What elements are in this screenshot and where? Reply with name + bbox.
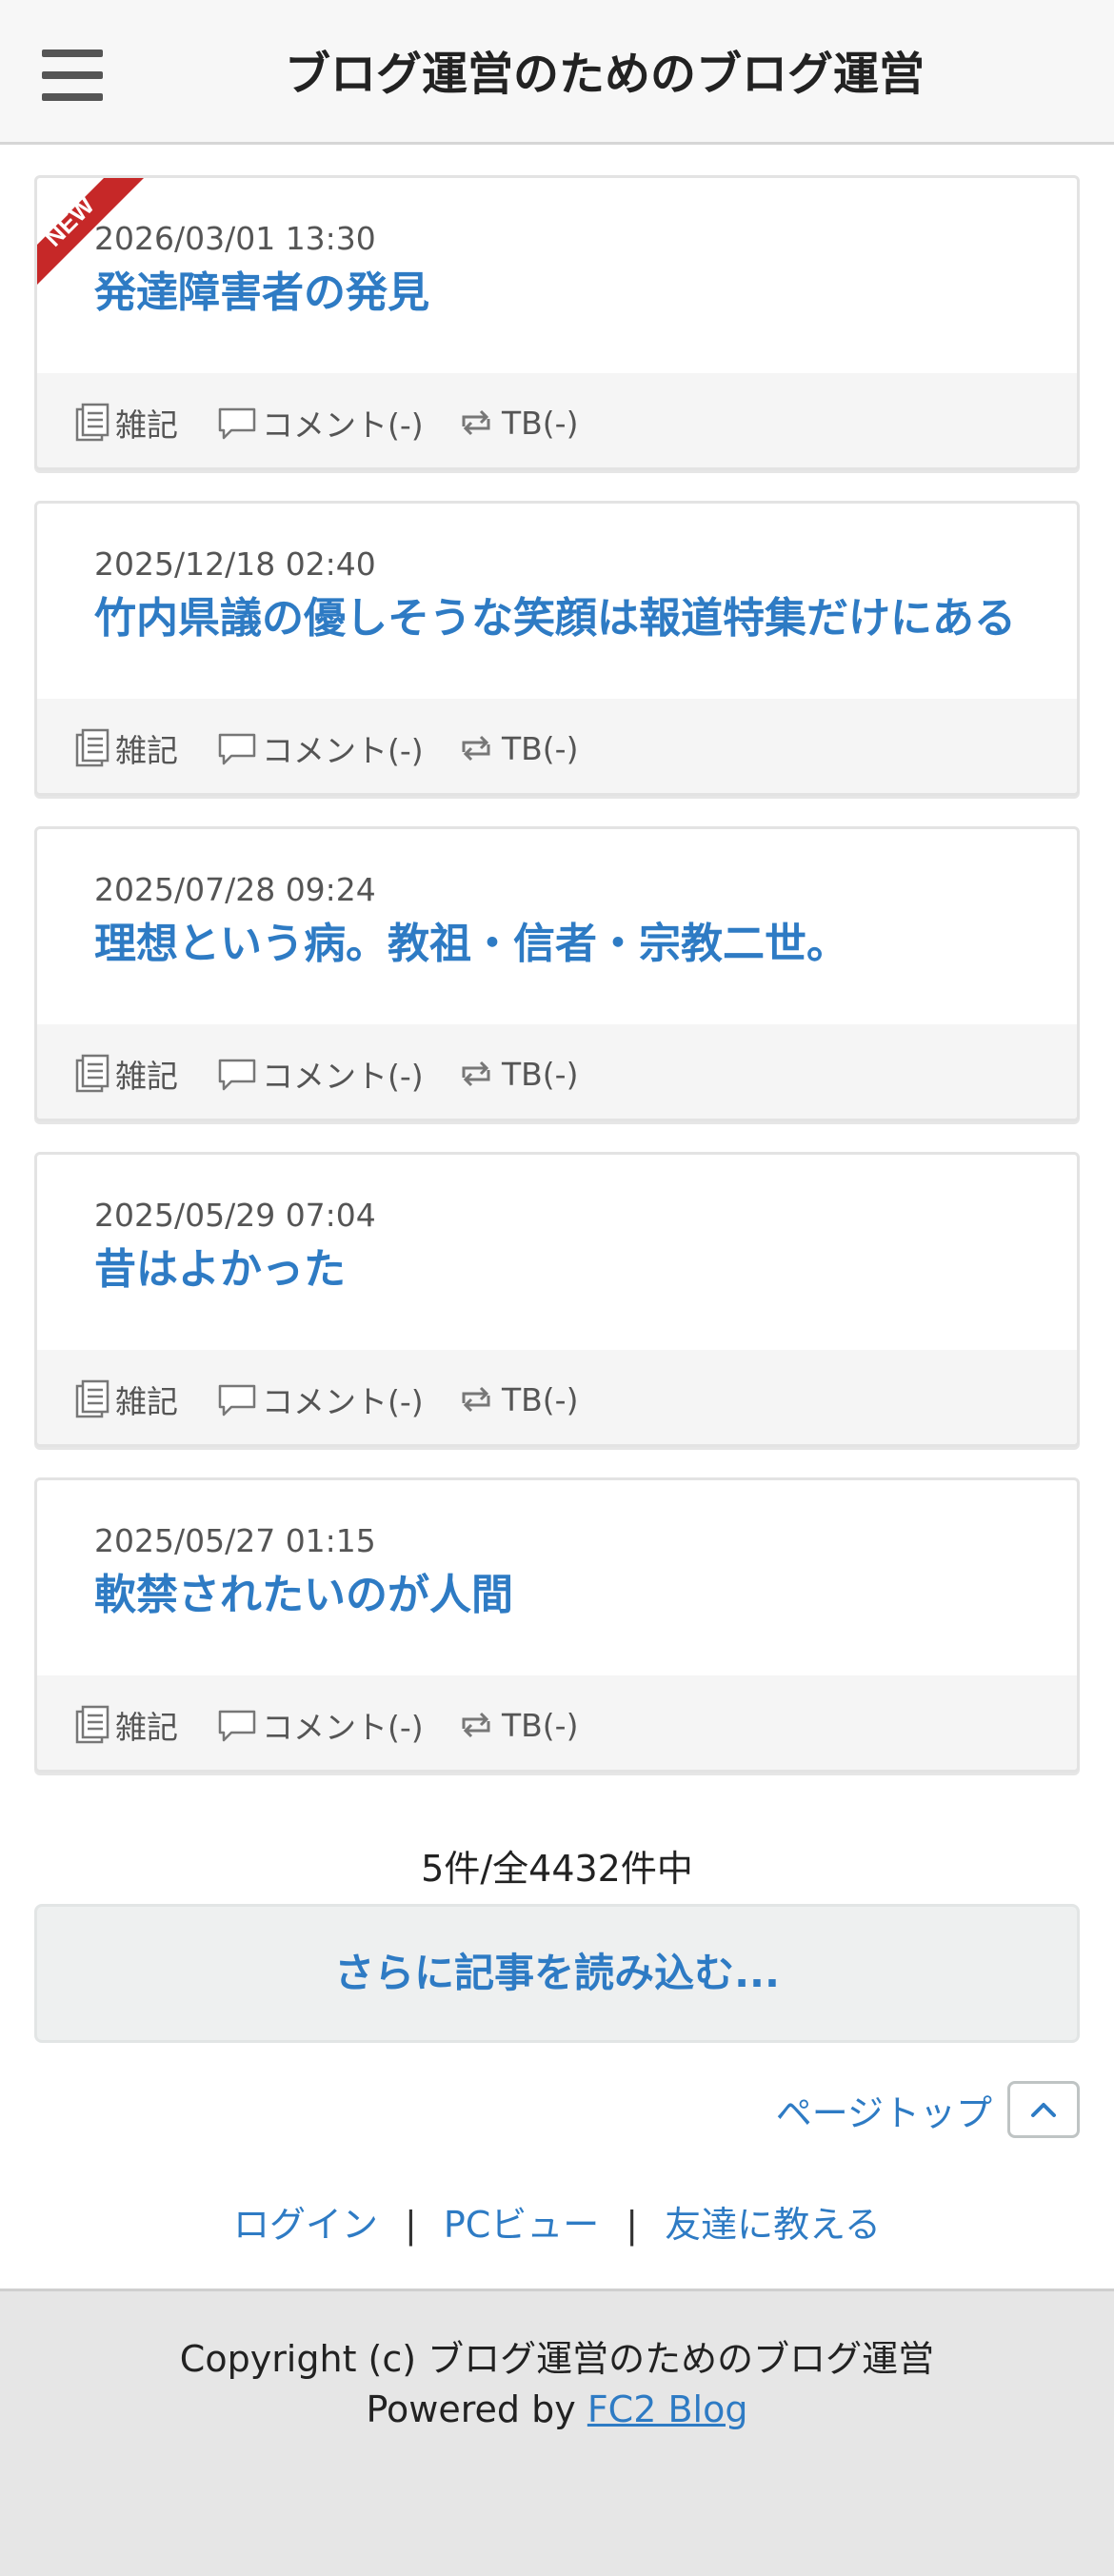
article-meta: 雑記 コメント(-) TB(-) — [37, 373, 1077, 467]
footer-links: ログイン | PCビュー | 友達に教える — [0, 2195, 1114, 2248]
powered-by-prefix: Powered by — [366, 2388, 587, 2430]
site-footer: Copyright (c) ブログ運営のためのブログ運営 Powered by … — [0, 2289, 1114, 2576]
site-title[interactable]: ブログ運営のためのブログ運営 — [143, 36, 1066, 103]
trackback-link[interactable]: TB(-) — [454, 1378, 578, 1420]
article-card: 2025/07/28 09:24 理想という病。教祖・信者・宗教二世。雑記 コメント… — [34, 826, 1080, 1121]
page-top: ページトップ — [776, 2081, 1080, 2138]
comment-link[interactable]: コメント(-) — [216, 1704, 424, 1746]
trackback-icon — [462, 1386, 490, 1413]
trackback-label: TB(-) — [502, 404, 579, 442]
document-icon — [75, 1379, 109, 1418]
article-card: 2025/05/27 01:15 軟禁されたいのが人間雑記 コメント(-) TB(-) — [34, 1477, 1080, 1773]
trackback-label: TB(-) — [502, 1380, 579, 1418]
category-link[interactable]: 雑記 — [73, 727, 178, 769]
powered-by: Powered by FC2 Blog — [0, 2388, 1114, 2430]
comment-link[interactable]: コメント(-) — [216, 1053, 424, 1095]
article-title-link[interactable]: 理想という病。教祖・信者・宗教二世。 — [94, 909, 848, 970]
trackback-link[interactable]: TB(-) — [454, 1053, 578, 1095]
document-icon — [75, 728, 109, 767]
trackback-link[interactable]: TB(-) — [454, 402, 578, 444]
article-date: 2025/05/27 01:15 — [94, 1522, 376, 1559]
login-link[interactable]: ログイン — [233, 2204, 378, 2246]
trackback-icon — [462, 409, 490, 436]
article-count: 5件/全4432件中 — [421, 1848, 693, 1890]
trackback-link[interactable]: TB(-) — [454, 1704, 578, 1746]
article-date: 2025/12/18 02:40 — [94, 545, 376, 583]
category-label: 雑記 — [115, 732, 178, 769]
article-card: 2026/03/01 13:30 発達障害者の発見雑記 コメント(-) TB(-) NE… — [34, 175, 1080, 470]
article-card: 2025/12/18 02:40 竹内県議の優しそうな笑顔は報道特集だけにある 雑記… — [34, 501, 1080, 796]
article-card: 2025/05/29 07:04 昔はよかった雑記 コメント(-) TB(-) — [34, 1152, 1080, 1447]
article-meta: 雑記 コメント(-) TB(-) — [37, 1350, 1077, 1444]
comment-label: コメント(-) — [262, 1709, 424, 1746]
article-date: 2025/07/28 09:24 — [94, 871, 376, 908]
category-link[interactable]: 雑記 — [73, 1704, 178, 1746]
chevron-up-icon — [1031, 2103, 1056, 2117]
comment-label: コメント(-) — [262, 1383, 424, 1420]
load-more-button[interactable]: さらに記事を読み込む... — [34, 1904, 1080, 2043]
comment-icon — [218, 1384, 256, 1417]
article-title-link[interactable]: 竹内県議の優しそうな笑顔は報道特集だけにある — [94, 584, 1016, 644]
article-meta: 雑記 コメント(-) TB(-) — [37, 699, 1077, 793]
comment-label: コメント(-) — [262, 732, 424, 769]
article-body: 2025/05/27 01:15 軟禁されたいのが人間 — [37, 1480, 1077, 1675]
pc-view-link[interactable]: PCビュー — [444, 2204, 599, 2246]
site-header: ブログ運営のためのブログ運営 — [0, 0, 1114, 145]
article-meta: 雑記 コメント(-) TB(-) — [37, 1675, 1077, 1770]
link-separator: | — [405, 2204, 417, 2246]
category-label: 雑記 — [115, 1709, 178, 1746]
comment-label: コメント(-) — [262, 1058, 424, 1095]
article-title-link[interactable]: 昔はよかった — [94, 1235, 346, 1296]
new-ribbon: NEW — [37, 178, 151, 292]
category-label: 雑記 — [115, 1383, 178, 1420]
tell-friend-link[interactable]: 友達に教える — [665, 2204, 881, 2246]
category-label: 雑記 — [115, 1058, 178, 1095]
article-body: 2025/12/18 02:40 竹内県議の優しそうな笑顔は報道特集だけにある — [37, 504, 1077, 699]
category-link[interactable]: 雑記 — [73, 402, 178, 444]
comment-icon — [218, 1710, 256, 1742]
trackback-label: TB(-) — [502, 1055, 579, 1093]
page-top-link[interactable]: ページトップ — [776, 2084, 992, 2136]
comment-icon — [218, 1059, 256, 1091]
comment-icon — [218, 407, 256, 440]
article-body: 2026/03/01 13:30 発達障害者の発見 — [37, 178, 1077, 373]
category-link[interactable]: 雑記 — [73, 1378, 178, 1420]
category-link[interactable]: 雑記 — [73, 1053, 178, 1095]
comment-link[interactable]: コメント(-) — [216, 727, 424, 769]
document-icon — [75, 1705, 109, 1744]
link-separator: | — [626, 2204, 639, 2246]
trackback-link[interactable]: TB(-) — [454, 727, 578, 769]
comment-icon — [218, 733, 256, 765]
trackback-label: TB(-) — [502, 1706, 579, 1744]
trackback-icon — [462, 1060, 490, 1087]
article-body: 2025/07/28 09:24 理想という病。教祖・信者・宗教二世。 — [37, 829, 1077, 1024]
copyright-text: Copyright (c) ブログ運営のためのブログ運営 — [179, 2338, 935, 2380]
document-icon — [75, 1054, 109, 1093]
page-top-button[interactable] — [1007, 2081, 1080, 2138]
comment-link[interactable]: コメント(-) — [216, 402, 424, 444]
article-title-link[interactable]: 軟禁されたいのが人間 — [94, 1560, 513, 1621]
comment-link[interactable]: コメント(-) — [216, 1378, 424, 1420]
category-label: 雑記 — [115, 406, 178, 444]
document-icon — [75, 403, 109, 442]
comment-label: コメント(-) — [262, 406, 424, 444]
hamburger-menu-icon[interactable] — [42, 50, 103, 101]
article-meta: 雑記 コメント(-) TB(-) — [37, 1024, 1077, 1119]
trackback-icon — [462, 735, 490, 762]
article-body: 2025/05/29 07:04 昔はよかった — [37, 1155, 1077, 1350]
trackback-icon — [462, 1712, 490, 1738]
article-date: 2025/05/29 07:04 — [94, 1197, 376, 1234]
fc2-blog-link[interactable]: FC2 Blog — [587, 2388, 748, 2430]
trackback-label: TB(-) — [502, 729, 579, 767]
